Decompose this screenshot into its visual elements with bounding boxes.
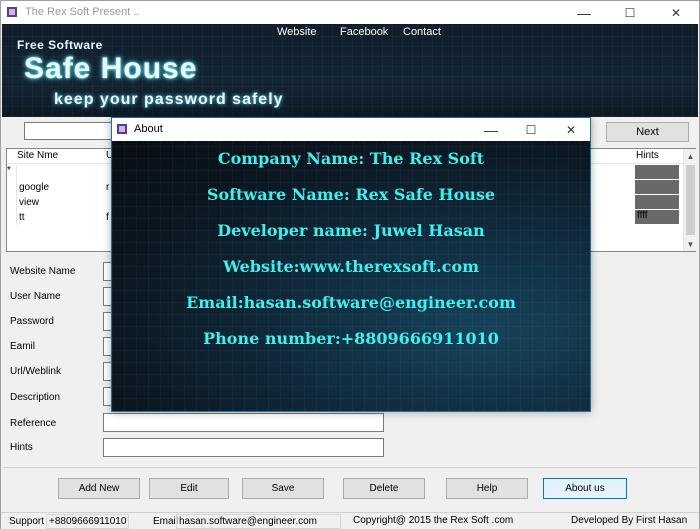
user-cell: r: [106, 182, 110, 193]
header-banner: Website Facebook Contact Free Software S…: [2, 24, 698, 117]
delete-button[interactable]: Delete: [343, 478, 425, 499]
edit-button[interactable]: Edit: [149, 478, 229, 499]
about-website: Website:www.therexsoft.com: [222, 257, 480, 276]
about-dialog: About — ☐ ✕ Company Name: The Rex Soft S…: [111, 117, 591, 412]
about-title: About: [134, 123, 163, 135]
about-developer: Developer name: Juwel Hasan: [217, 221, 485, 240]
save-button[interactable]: Save: [242, 478, 324, 499]
scroll-thumb[interactable]: [686, 165, 695, 235]
about-phone: Phone number:+8809666911010: [203, 329, 499, 348]
brand-title: Safe House: [24, 52, 198, 85]
app-icon: [7, 7, 17, 17]
free-software-label: Free Software: [17, 38, 103, 52]
about-close-button[interactable]: ✕: [548, 118, 594, 141]
title-bar: The Rex Soft Present .. — ☐ ✕: [1, 1, 699, 24]
about-title-bar: About — ☐ ✕: [112, 118, 590, 141]
scroll-up-icon[interactable]: ▲: [684, 149, 697, 163]
minimize-button[interactable]: —: [561, 1, 607, 24]
developer-credit: Developed By First Hasan: [571, 515, 688, 526]
label-password: Password: [10, 316, 54, 327]
next-button[interactable]: Next: [606, 122, 689, 142]
label-website-name: Website Name: [10, 266, 76, 277]
nav-website[interactable]: Website: [277, 26, 317, 38]
about-email: Email:hasan.software@engineer.com: [186, 293, 516, 312]
hints-cell[interactable]: [635, 195, 679, 210]
add-new-button[interactable]: Add New: [58, 478, 140, 499]
site-cell: view: [19, 197, 40, 208]
hints-cell[interactable]: ffff: [635, 210, 679, 225]
row-marker[interactable]: *: [7, 165, 17, 180]
close-button[interactable]: ✕: [653, 1, 699, 24]
site-cell: google: [19, 182, 50, 193]
column-header-hints[interactable]: Hints: [636, 150, 659, 161]
nav-contact[interactable]: Contact: [403, 26, 441, 38]
about-company: Company Name: The Rex Soft: [217, 149, 485, 168]
row-marker[interactable]: [7, 180, 17, 195]
about-software: Software Name: Rex Safe House: [206, 185, 496, 204]
help-button[interactable]: Help: [446, 478, 528, 499]
status-bar: Support +8809666911010 Email hasan.softw…: [1, 512, 699, 529]
hints-cell[interactable]: [635, 165, 679, 180]
window-title: The Rex Soft Present ..: [25, 6, 140, 18]
label-email: Eamil: [10, 341, 36, 352]
reference-field[interactable]: [103, 413, 384, 432]
maximize-button[interactable]: ☐: [607, 1, 653, 24]
scroll-down-icon[interactable]: ▼: [684, 237, 697, 251]
row-marker[interactable]: [7, 210, 17, 225]
label-user-name: User Name: [10, 291, 61, 302]
support-phone: +8809666911010: [46, 514, 129, 529]
about-us-button[interactable]: About us: [543, 478, 627, 499]
label-url: Url/Weblink: [10, 366, 61, 377]
support-label: Support: [9, 516, 45, 527]
about-content: Company Name: The Rex Soft Software Name…: [112, 141, 590, 411]
separator: [3, 467, 697, 468]
brand-tagline: keep your password safely: [54, 91, 284, 108]
hints-cell[interactable]: [635, 180, 679, 195]
label-hints: Hints: [10, 442, 33, 453]
column-header-site[interactable]: Site Nme: [17, 150, 58, 161]
row-marker[interactable]: [7, 195, 17, 210]
user-cell: f: [106, 212, 109, 223]
support-email: hasan.software@engineer.com: [176, 514, 341, 529]
email-label: Email: [153, 516, 179, 527]
site-cell: tt: [19, 212, 25, 223]
label-description: Description: [10, 392, 61, 403]
label-reference: Reference: [10, 418, 57, 429]
grid-scrollbar[interactable]: ▲ ▼: [683, 149, 696, 251]
app-icon: [117, 124, 127, 134]
hints-field[interactable]: [103, 438, 384, 457]
main-window: The Rex Soft Present .. — ☐ ✕ Website Fa…: [0, 0, 700, 529]
copyright-text: Copyright@ 2015 the Rex Soft .com: [353, 515, 514, 526]
search-input[interactable]: [24, 122, 119, 140]
nav-facebook[interactable]: Facebook: [340, 26, 388, 38]
